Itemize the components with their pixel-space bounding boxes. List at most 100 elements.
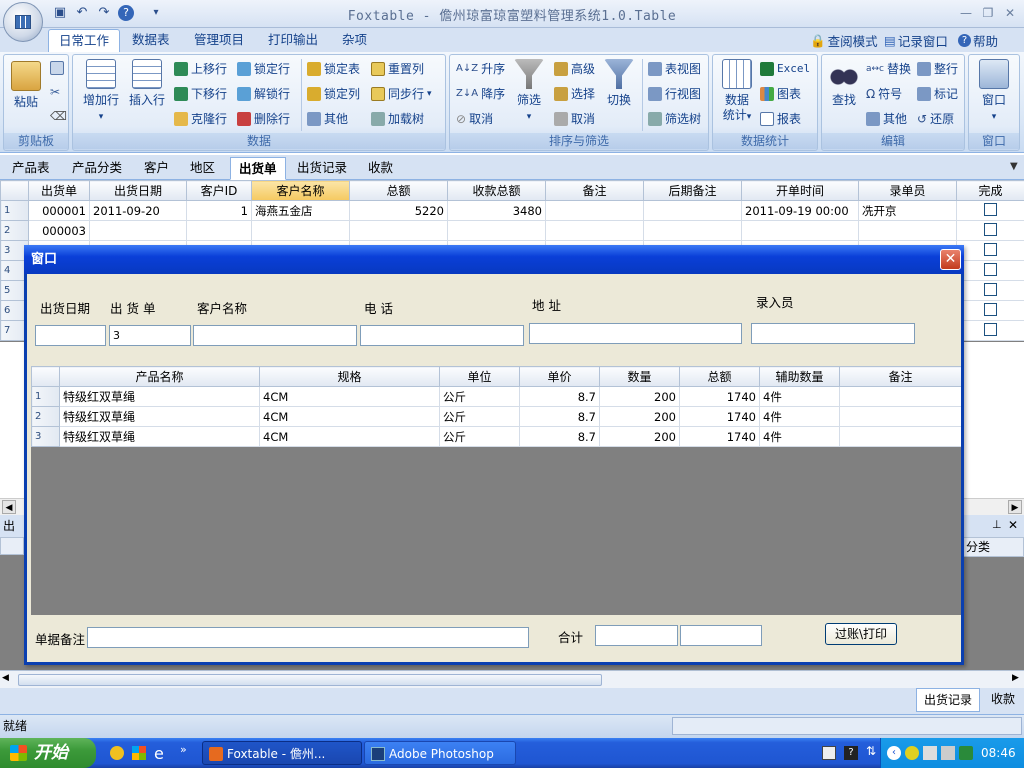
app-menu-button[interactable] [3, 2, 43, 42]
move-up-button[interactable]: 上移行 [174, 60, 227, 78]
column-header[interactable]: 总额 [349, 180, 448, 201]
customer-input[interactable] [193, 325, 357, 346]
excel-button[interactable]: Excel [760, 60, 810, 78]
complete-cell[interactable] [956, 320, 1024, 341]
row-number[interactable]: 1 [0, 200, 29, 221]
table-cell[interactable] [643, 220, 742, 241]
table-row[interactable]: 1 000001 2011-09-20 1 海燕五金店 5220 3480 2011-09-1… [0, 200, 1024, 221]
row-number[interactable]: 1 [31, 386, 60, 407]
tray-add-icon[interactable] [905, 746, 919, 760]
ship-date-input[interactable] [35, 325, 106, 346]
filter-tree-button[interactable]: 筛选树 [648, 110, 701, 128]
doc-tab-products[interactable]: 产品表 [4, 157, 58, 180]
complete-cell[interactable] [956, 200, 1024, 221]
detail-cell[interactable]: 8.7 [519, 406, 600, 427]
column-header[interactable]: 总额 [679, 366, 760, 387]
corner-cell[interactable] [31, 366, 60, 387]
volume-icon[interactable] [941, 746, 955, 760]
detail-cell[interactable] [839, 406, 961, 427]
table-cell[interactable]: 000001 [28, 200, 90, 221]
order-no-input[interactable]: 3 [109, 325, 191, 346]
row-number[interactable]: 3 [31, 426, 60, 447]
column-header[interactable]: 录单员 [858, 180, 957, 201]
table-cell[interactable] [858, 220, 957, 241]
detail-cell[interactable]: 公斤 [439, 406, 520, 427]
detail-cell[interactable]: 4件 [759, 426, 840, 447]
bottom-tab-payments[interactable]: 收款 [982, 688, 1024, 712]
table-cell[interactable]: 冼开京 [858, 200, 957, 221]
column-header[interactable]: 辅助数量 [759, 366, 840, 387]
ribbon-tab-projects[interactable]: 管理项目 [184, 29, 254, 52]
close-icon[interactable]: ✕ [999, 4, 1021, 22]
detail-cell[interactable] [839, 426, 961, 447]
doc-tab-shipment-records[interactable]: 出货记录 [289, 157, 355, 180]
detail-cell[interactable]: 公斤 [439, 426, 520, 447]
doc-tab-regions[interactable]: 地区 [182, 157, 223, 180]
complete-cell[interactable] [956, 240, 1024, 261]
table-cell[interactable] [89, 220, 187, 241]
detail-cell[interactable]: 1740 [679, 406, 760, 427]
column-header[interactable]: 数量 [599, 366, 680, 387]
table-cell[interactable]: 海燕五金店 [251, 200, 350, 221]
detail-cell[interactable]: 1740 [679, 426, 760, 447]
table-cell[interactable] [349, 220, 448, 241]
ribbon-tab-print[interactable]: 打印输出 [258, 29, 328, 52]
table-cell[interactable] [643, 200, 742, 221]
detail-row[interactable]: 2 特级红双草绳 4CM 公斤 8.7 200 1740 4件 [31, 406, 961, 427]
table-cell[interactable]: 2011-09-19 00:00 [741, 200, 859, 221]
undo-icon[interactable]: ↶ [74, 5, 90, 21]
ribbon-tab-tables[interactable]: 数据表 [122, 29, 180, 52]
doc-tab-customers[interactable]: 客户 [136, 157, 177, 180]
window-button[interactable]: 窗口 ▾ [975, 59, 1013, 125]
complete-cell[interactable] [956, 300, 1024, 321]
filter-button[interactable]: 筛选 ▾ [510, 59, 548, 125]
doc-tab-payments[interactable]: 收款 [360, 157, 401, 180]
complete-cell[interactable] [956, 260, 1024, 281]
table-cell[interactable] [545, 200, 644, 221]
detail-cell[interactable]: 200 [599, 386, 680, 407]
chart-button[interactable]: 图表 [760, 85, 801, 103]
copy-button[interactable] [50, 59, 64, 77]
other-button[interactable]: 其他 [307, 110, 348, 128]
close-panel-icon[interactable]: ✕ [1008, 518, 1018, 532]
cut-button[interactable]: ✂ [50, 83, 60, 101]
table-cell[interactable] [447, 220, 546, 241]
address-input[interactable] [529, 323, 742, 344]
help-icon[interactable]: ? [844, 746, 858, 760]
table-cell[interactable]: 5220 [349, 200, 448, 221]
detail-cell[interactable]: 8.7 [519, 386, 600, 407]
table-cell[interactable] [741, 220, 859, 241]
task-photoshop[interactable]: Adobe Photoshop [364, 741, 516, 765]
column-header[interactable]: 收款总额 [447, 180, 546, 201]
tab-list-dropdown-icon[interactable]: ▼ [1010, 161, 1018, 172]
detail-row[interactable]: 1 特级红双草绳 4CM 公斤 8.7 200 1740 4件 [31, 386, 961, 407]
column-header[interactable]: 单价 [519, 366, 600, 387]
post-print-button[interactable]: 过账\打印 [825, 623, 897, 645]
tray-back-icon[interactable]: ‹ [887, 746, 901, 760]
detail-cell[interactable]: 特级红双草绳 [59, 426, 260, 447]
format-button[interactable]: ⌫ [50, 107, 67, 125]
record-window-link[interactable]: ▤ 记录窗口 [884, 31, 948, 50]
save-icon[interactable]: ▣ [52, 5, 68, 21]
delete-row-button[interactable]: 删除行 [237, 110, 290, 128]
remark-input[interactable] [87, 627, 529, 648]
column-header[interactable]: 产品名称 [59, 366, 260, 387]
ribbon-tab-daily[interactable]: 日常工作 [48, 29, 121, 52]
horizontal-scrollbar-bottom[interactable]: ◀ ▶ [0, 670, 1024, 688]
network-icon[interactable] [923, 746, 937, 760]
shield-icon[interactable] [959, 746, 973, 760]
total-input-2[interactable] [680, 625, 762, 646]
row-view-button[interactable]: 行视图 [648, 85, 701, 103]
ribbon-tab-misc[interactable]: 杂项 [332, 29, 377, 52]
redo-icon[interactable]: ↷ [96, 5, 112, 21]
sync-row-button[interactable]: 同步行 ▾ [371, 85, 432, 103]
scroll-left-icon[interactable]: ◀ [2, 673, 9, 683]
advanced-button[interactable]: 高级 [554, 60, 595, 78]
complete-checkbox[interactable] [984, 302, 997, 316]
move-down-button[interactable]: 下移行 [174, 85, 227, 103]
detail-cell[interactable]: 4CM [259, 386, 440, 407]
dropdown-icon[interactable]: ▾ [148, 5, 164, 21]
row-number[interactable]: 2 [0, 220, 29, 241]
table-view-button[interactable]: 表视图 [648, 60, 701, 78]
desktop-icon[interactable] [132, 746, 146, 760]
